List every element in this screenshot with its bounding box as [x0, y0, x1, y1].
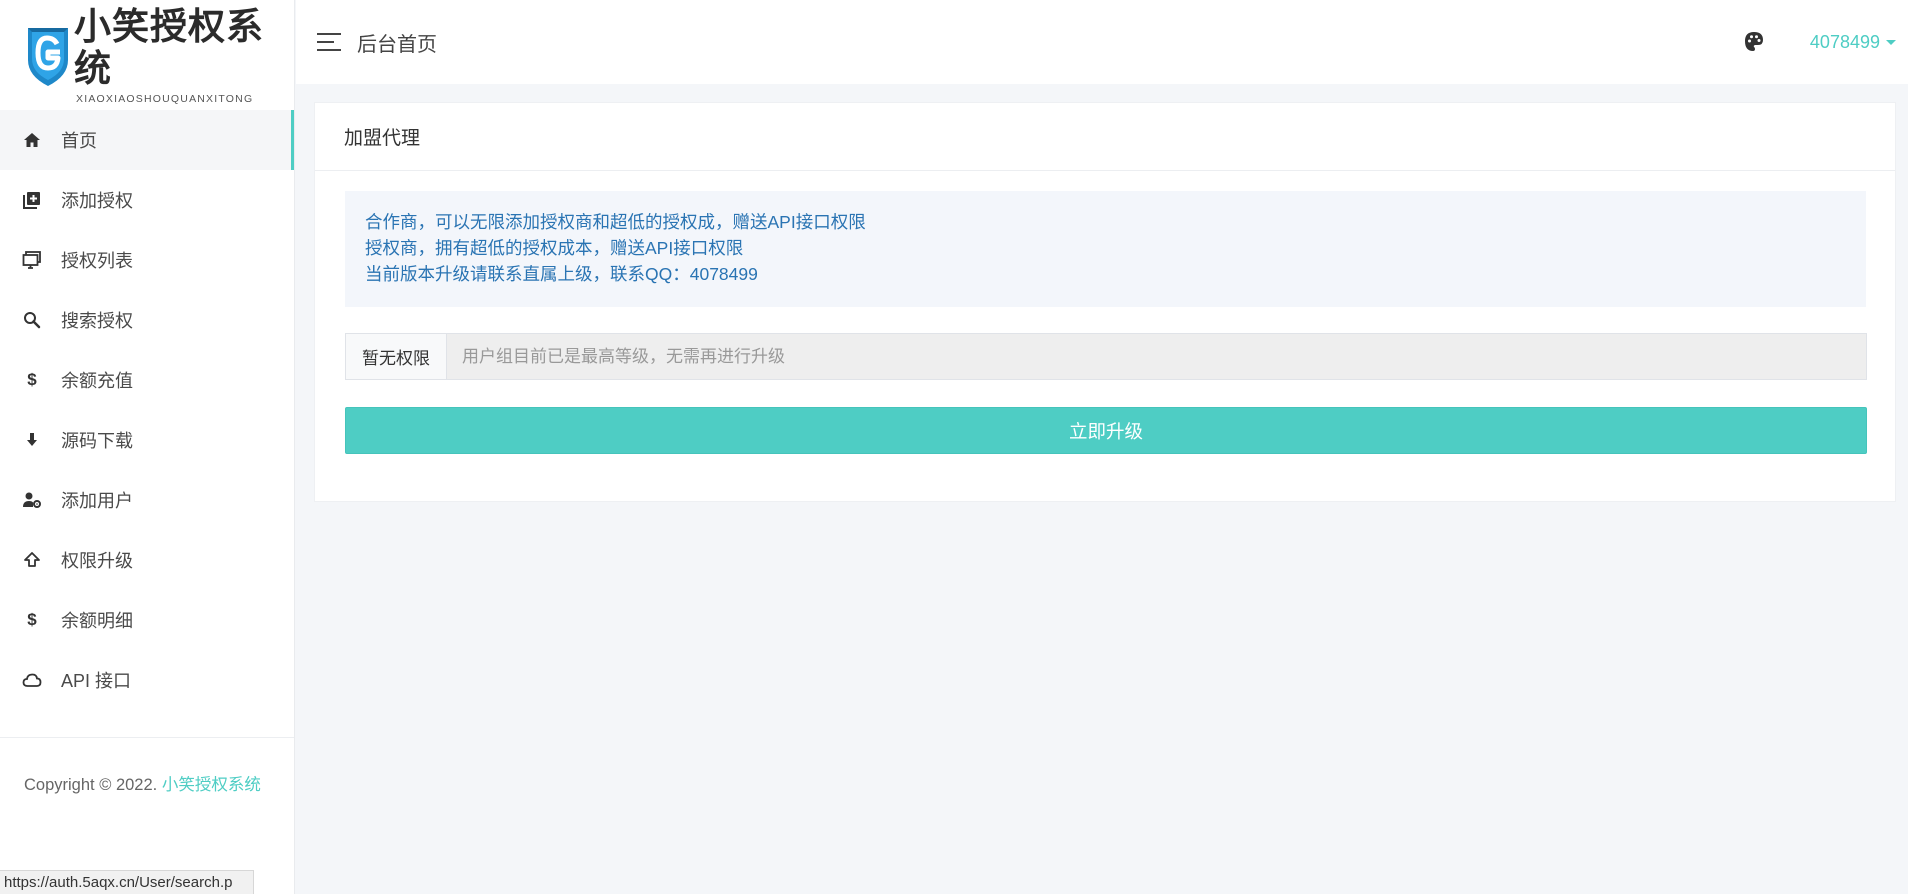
permission-input[interactable] — [447, 334, 1866, 379]
cloud-icon — [22, 670, 42, 690]
download-arrow-icon — [22, 430, 42, 450]
info-notice: 合作商，可以无限添加授权商和超低的授权成，赠送API接口权限 授权商，拥有超低的… — [345, 191, 1866, 307]
sidebar-item-api[interactable]: API 接口 — [0, 650, 294, 710]
status-bar-url: https://auth.5aqx.cn/User/search.p — [0, 870, 254, 894]
top-header: 后台首页 4078499 — [296, 0, 1908, 84]
shield-g-icon — [26, 22, 70, 88]
sidebar-item-label: 添加用户 — [61, 491, 133, 511]
logo-subtitle: XIAOXIAOSHOUQUANXITONG — [76, 93, 254, 105]
search-icon — [22, 310, 42, 330]
username: 4078499 — [1809, 31, 1880, 52]
sidebar-item-label: 权限升级 — [61, 551, 133, 571]
copyright-text: Copyright © 2022. — [24, 776, 162, 794]
sidebar: 小笑授权系统 XIAOXIAOSHOUQUANXITONG 首页 添加授权 授权… — [0, 0, 295, 894]
sidebar-item-permission-upgrade[interactable]: 权限升级 — [0, 530, 294, 590]
sidebar-item-label: 首页 — [61, 131, 97, 151]
dollar-icon: $ — [27, 610, 37, 629]
sidebar-item-home[interactable]: 首页 — [0, 110, 294, 170]
join-agent-card: 加盟代理 合作商，可以无限添加授权商和超低的授权成，赠送API接口权限 授权商，… — [314, 102, 1896, 502]
sidebar-item-label: 授权列表 — [61, 251, 133, 271]
chevron-down-icon — [1886, 39, 1896, 45]
notice-line: 合作商，可以无限添加授权商和超低的授权成，赠送API接口权限 — [365, 212, 866, 232]
sidebar-divider — [0, 737, 294, 738]
sidebar-item-add-license[interactable]: 添加授权 — [0, 170, 294, 230]
sidebar-item-search-license[interactable]: 搜索授权 — [0, 290, 294, 350]
hamburger-icon[interactable] — [317, 33, 341, 51]
permission-addon-label: 暂无权限 — [346, 334, 447, 379]
sidebar-item-source-download[interactable]: 源码下载 — [0, 410, 294, 470]
sidebar-item-label: 源码下载 — [61, 431, 133, 451]
notice-line: 当前版本升级请联系直属上级，联系QQ：4078499 — [365, 264, 758, 284]
upgrade-arrow-icon — [22, 550, 42, 570]
sidebar-item-recharge[interactable]: $ 余额充值 — [0, 350, 294, 410]
add-box-icon — [22, 190, 42, 210]
permission-input-group: 暂无权限 — [345, 333, 1867, 380]
page-title: 后台首页 — [357, 33, 437, 56]
monitor-icon — [22, 250, 42, 270]
user-dropdown[interactable]: 4078499 — [1810, 32, 1896, 53]
sidebar-item-label: 余额充值 — [61, 371, 133, 391]
upgrade-now-button[interactable]: 立即升级 — [345, 407, 1867, 454]
sidebar-item-license-list[interactable]: 授权列表 — [0, 230, 294, 290]
header-right: 4078499 — [1742, 0, 1896, 84]
copyright-brand-link[interactable]: 小笑授权系统 — [162, 776, 261, 794]
copyright: Copyright © 2022. 小笑授权系统 — [24, 770, 274, 800]
sidebar-item-label: 搜索授权 — [61, 311, 133, 331]
logo-title: 小笑授权系统 — [74, 4, 264, 90]
sidebar-item-balance-detail[interactable]: $ 余额明细 — [0, 590, 294, 650]
sidebar-menu: 首页 添加授权 授权列表 搜索授权 $ 余额充值 源码下载 添加用户 权限升级 … — [0, 110, 294, 710]
sidebar-item-label: 添加授权 — [61, 191, 133, 211]
palette-icon[interactable] — [1742, 30, 1766, 54]
card-title: 加盟代理 — [315, 103, 1895, 171]
sidebar-item-label: 余额明细 — [61, 611, 133, 631]
home-icon — [22, 130, 42, 150]
notice-line: 授权商，拥有超低的授权成本，赠送API接口权限 — [365, 238, 744, 258]
sidebar-item-label: API 接口 — [61, 671, 132, 691]
sidebar-item-add-user[interactable]: 添加用户 — [0, 470, 294, 530]
user-cog-icon — [22, 490, 42, 510]
logo[interactable]: 小笑授权系统 XIAOXIAOSHOUQUANXITONG — [0, 0, 294, 110]
dollar-icon: $ — [27, 370, 37, 389]
